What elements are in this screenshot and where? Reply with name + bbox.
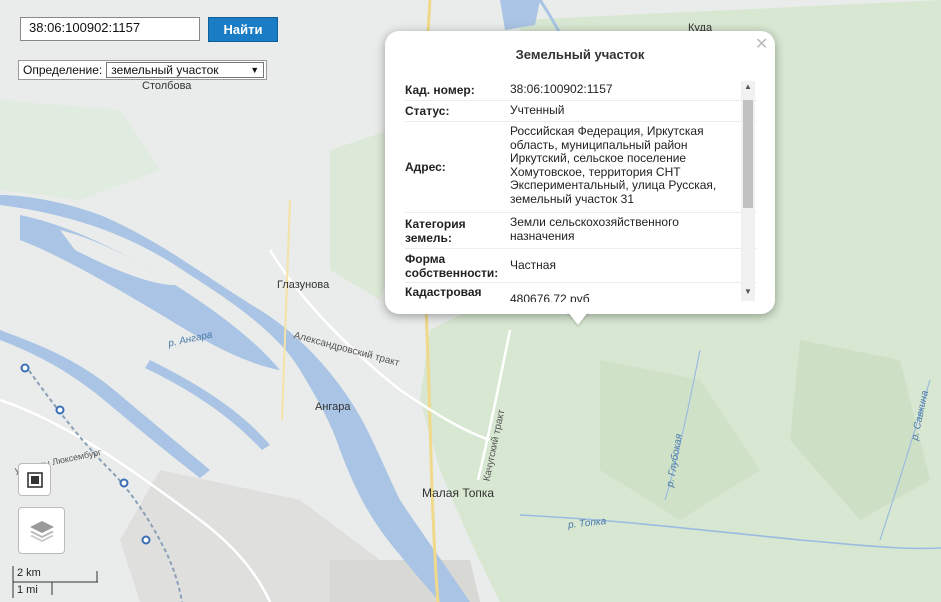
station-marker — [141, 535, 151, 545]
table-row: Кадастровая стоимость: 480676.72 руб — [405, 283, 757, 302]
popup-scrollbar[interactable]: ▲ ▼ — [741, 81, 755, 301]
place-label-malaya-topka: Малая Топка — [422, 486, 495, 500]
row-value: Российская Федерация, Иркутская область,… — [510, 124, 717, 206]
cadastral-search-input[interactable]: 38:06:100902:1157 — [20, 17, 200, 41]
definition-select[interactable]: земельный участок ▼ — [106, 62, 265, 78]
row-value: 480676.72 руб — [510, 291, 590, 302]
scale-bar: 2 km 1 mi — [12, 565, 98, 599]
chevron-down-icon: ▼ — [250, 65, 260, 75]
row-value: Земли сельскохозяйственного назначения — [510, 215, 679, 243]
layers-icon — [29, 520, 54, 542]
row-value: Учтенный — [510, 103, 565, 117]
row-key: Кадастровая стоимость: — [405, 285, 482, 302]
place-label-angara: Ангара — [315, 401, 351, 413]
popup-title: Земельный участок — [515, 47, 645, 62]
station-marker — [20, 363, 30, 373]
table-row: Адрес: Российская Федерация, Иркутская о… — [405, 122, 757, 213]
definition-label: Определение: — [23, 63, 103, 77]
table-row: Категория земель: Земли сельскохозяйстве… — [405, 213, 757, 249]
fullscreen-button[interactable] — [18, 463, 51, 496]
scale-mi: 1 mi — [17, 584, 38, 596]
place-label-stolbova: Столбова — [142, 80, 192, 92]
parcel-info-popup: Земельный участок ✕ Кад. номер: 38:06:10… — [385, 31, 775, 314]
row-key: Статус: — [405, 104, 450, 118]
scroll-up-icon[interactable]: ▲ — [741, 82, 755, 91]
popup-table: Кад. номер: 38:06:100902:1157 Статус: Уч… — [405, 80, 757, 302]
row-value: 38:06:100902:1157 — [510, 82, 613, 96]
definition-control: Определение: земельный участок ▼ — [18, 60, 268, 80]
row-key: Форма собственности: — [405, 251, 499, 280]
table-row: Статус: Учтенный — [405, 101, 757, 122]
layers-button[interactable] — [18, 507, 65, 554]
row-key: Категория земель: — [405, 216, 466, 245]
table-row: Форма собственности: Частная — [405, 249, 757, 283]
scrollbar-thumb[interactable] — [743, 100, 753, 208]
table-row: Кад. номер: 38:06:100902:1157 — [405, 80, 757, 101]
station-marker — [55, 405, 65, 415]
station-marker — [119, 478, 129, 488]
definition-select-value: земельный участок — [111, 63, 219, 77]
popup-pointer — [567, 311, 589, 325]
search-button[interactable]: Найти — [208, 17, 278, 42]
scroll-down-icon[interactable]: ▼ — [741, 287, 755, 296]
fullscreen-icon — [26, 471, 43, 488]
place-label-glazunova: Глазунова — [277, 279, 330, 291]
row-value: Частная — [510, 257, 556, 272]
row-key: Адрес: — [405, 160, 446, 174]
scale-km: 2 km — [17, 567, 41, 579]
row-key: Кад. номер: — [405, 83, 475, 97]
close-icon[interactable]: ✕ — [755, 34, 768, 54]
